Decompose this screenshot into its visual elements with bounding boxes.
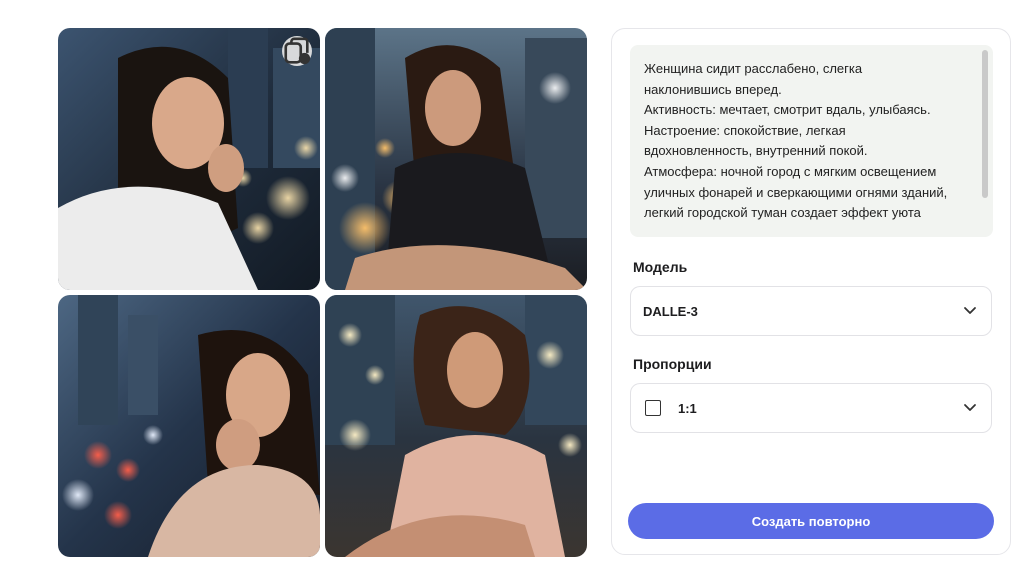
prompt-scrollbar[interactable]	[982, 50, 988, 198]
proportions-value: 1:1	[678, 400, 697, 416]
regenerate-button[interactable]: Создать повторно	[628, 503, 994, 539]
generated-image-3[interactable]	[58, 295, 320, 557]
model-value: DALLE-3	[643, 303, 698, 319]
settings-panel: Женщина сидит расслабено, слегка наклони…	[611, 28, 1011, 555]
copy-icon[interactable]	[282, 36, 312, 66]
image-2-art	[325, 28, 587, 290]
chevron-down-icon	[964, 307, 976, 314]
chevron-down-icon	[964, 404, 976, 411]
model-select[interactable]: DALLE-3	[630, 286, 992, 336]
square-icon	[645, 400, 661, 416]
image-4-art	[325, 295, 587, 557]
proportions-label: Пропорции	[633, 356, 712, 372]
generated-image-2[interactable]	[325, 28, 587, 290]
model-label: Модель	[633, 259, 688, 275]
prompt-text[interactable]: Женщина сидит расслабено, слегка наклони…	[644, 59, 971, 224]
prompt-textarea[interactable]: Женщина сидит расслабено, слегка наклони…	[630, 45, 993, 237]
generated-image-4[interactable]	[325, 295, 587, 557]
proportions-select[interactable]: 1:1	[630, 383, 992, 433]
image-3-art	[58, 295, 320, 557]
generated-image-1[interactable]	[58, 28, 320, 290]
image-1-art	[58, 28, 320, 290]
image-gallery	[58, 28, 588, 557]
